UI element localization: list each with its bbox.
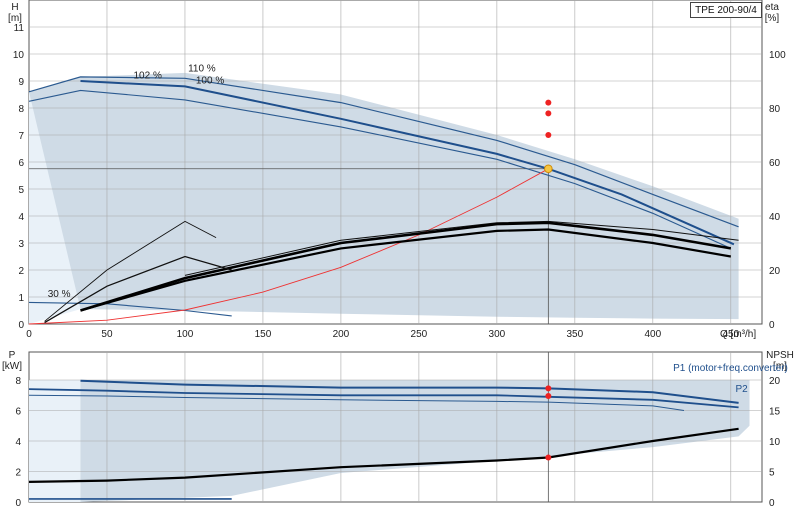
y-right-tick-label: 15 [769,407,781,418]
series-label: P1 (motor+freq.converter) [673,363,788,374]
y-left-tick-label: 3 [18,239,24,250]
y-right-tick-label: 10 [769,437,781,448]
y-right-axis-label: eta [765,2,779,13]
y-left-tick-label: 11 [14,23,25,34]
y-left-tick-label: 0 [15,498,21,509]
y-left-tick-label: 10 [13,50,25,61]
y-right-axis-label: NPSH [766,350,794,361]
x-tick-label: 350 [567,329,584,340]
p2-point-marker [545,393,552,400]
y-right-tick-label: 80 [769,104,781,115]
p1-point-marker [545,385,552,392]
y-right-tick-label: 0 [769,320,775,331]
y-left-tick-label: 6 [18,158,24,169]
y-left-axis-label: P [9,350,16,361]
x-tick-label: 200 [333,329,350,340]
x-tick-label: 100 [177,329,194,340]
x-tick-label: 300 [489,329,506,340]
model-label: TPE 200-90/4 [690,2,762,18]
y-left-tick-label: 6 [15,407,21,418]
y-left-tick-label: 1 [18,293,24,304]
y-left-tick-label: 9 [18,77,24,88]
y-left-tick-label: 8 [15,376,21,387]
y-left-tick-label: 5 [18,185,24,196]
y-left-tick-label: 2 [18,266,24,277]
y-left-tick-label: 0 [18,320,24,331]
y-right-tick-label: 20 [769,266,781,277]
power-npsh-panel: 0246805101520P[kW]NPSH[m]P1 (motor+freq.… [2,350,794,509]
y-left-axis-unit: [kW] [2,361,22,372]
curve-annotation: 30 % [48,289,71,300]
y-right-axis-unit: [%] [765,13,780,24]
x-tick-label: 50 [101,329,113,340]
efficiency-point-marker [545,99,552,106]
y-right-tick-label: 100 [769,50,786,61]
duty-point-marker [544,164,553,174]
y-left-tick-label: 7 [18,131,24,142]
efficiency-point-marker [545,132,552,138]
y-left-tick-label: 4 [15,437,21,448]
x-tick-label: 250 [411,329,428,340]
y-right-tick-label: 5 [769,468,775,479]
curve-annotation: 100 % [196,76,224,87]
y-left-tick-label: 8 [18,104,24,115]
y-left-axis-label: H [11,2,18,13]
efficiency-point-marker [545,110,552,117]
y-left-axis-unit: [m] [8,13,22,24]
head-efficiency-panel: 0 50 100 150 200 250 300 350 400 4500123456789101… [8,0,786,340]
x-tick-label: 400 [644,329,661,340]
y-left-tick-label: 4 [18,212,24,223]
y-right-tick-label: 60 [769,158,781,169]
y-left-tick-label: 2 [15,468,21,479]
curve-annotation: 102 % [133,70,161,81]
npsh-point-marker [545,454,552,461]
x-tick-label: 150 [255,329,272,340]
y-right-tick-label: 20 [769,376,781,387]
curve-annotation: 110 % [188,64,216,75]
series-label: P2 [735,384,748,395]
y-right-tick-label: 40 [769,212,781,223]
y-right-tick-label: 0 [769,498,775,509]
x-tick-label: 0 [26,329,32,340]
pump-curve-chart: 0 50 100 150 200 250 300 350 400 4500123456789101… [2,0,794,509]
x-axis-label: Q [m³/h] [720,329,756,340]
